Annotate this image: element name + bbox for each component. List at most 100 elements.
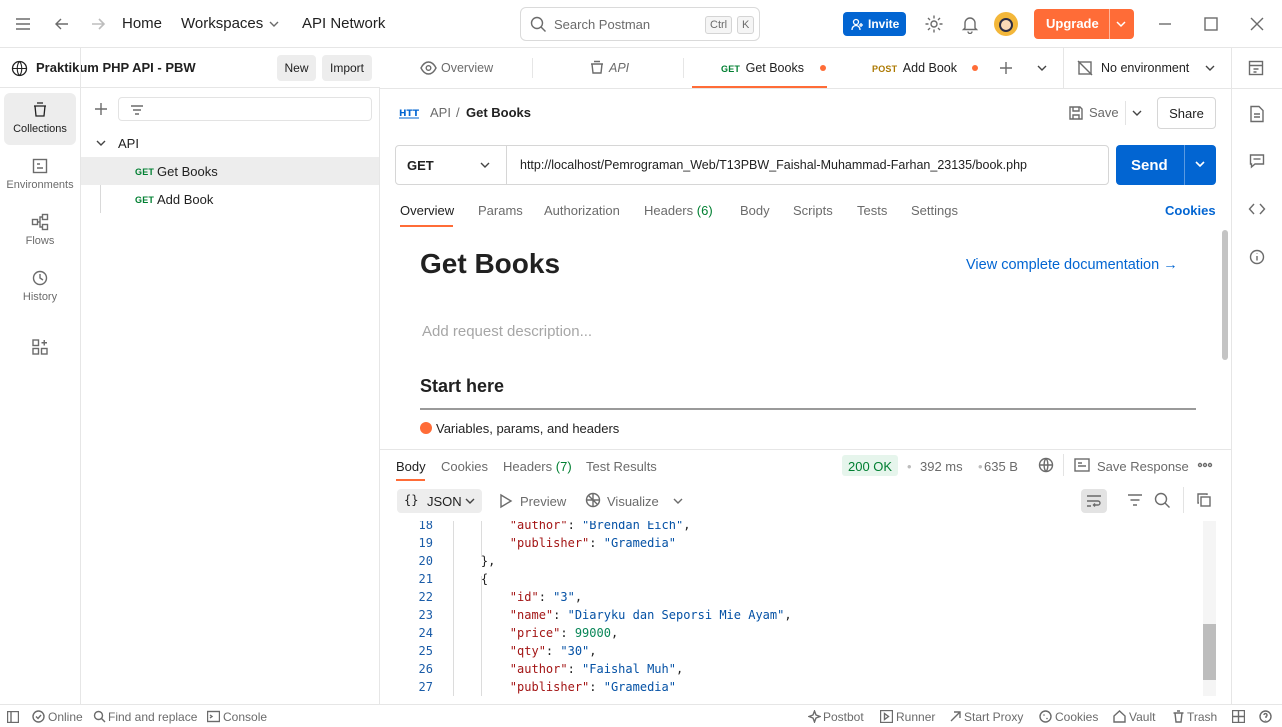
back-arrow-icon[interactable] bbox=[53, 15, 71, 33]
environment-selector[interactable]: No environment bbox=[1101, 61, 1189, 75]
new-button[interactable]: New bbox=[277, 55, 316, 81]
status-runner[interactable]: Runner bbox=[896, 710, 935, 724]
chevron-down-icon[interactable] bbox=[268, 19, 280, 29]
tab-overview[interactable]: Overview bbox=[420, 48, 493, 88]
comments-icon[interactable] bbox=[1249, 153, 1265, 169]
code-scrollbar[interactable] bbox=[1203, 521, 1216, 696]
chevron-down-icon[interactable] bbox=[1115, 19, 1127, 29]
url-input[interactable]: http://localhost/Pemrograman_Web/T13PBW_… bbox=[520, 158, 1027, 172]
response-tab-body[interactable]: Body bbox=[396, 459, 426, 474]
subtab-overview[interactable]: Overview bbox=[400, 203, 454, 218]
status-find-replace[interactable]: Find and replace bbox=[108, 710, 197, 724]
share-button[interactable]: Share bbox=[1157, 97, 1216, 129]
search-input[interactable]: Search Postman Ctrl K bbox=[520, 7, 760, 41]
menu-icon[interactable] bbox=[14, 16, 32, 32]
documentation-icon[interactable] bbox=[1249, 105, 1265, 123]
preview-button[interactable]: Preview bbox=[520, 494, 566, 509]
tab-add-book[interactable]: POST Add Book bbox=[852, 48, 978, 88]
scrollbar-thumb[interactable] bbox=[1203, 624, 1216, 680]
method-select[interactable]: GET bbox=[407, 158, 434, 173]
status-trash[interactable]: Trash bbox=[1187, 710, 1217, 724]
tree-folder-api[interactable]: API bbox=[81, 129, 379, 157]
view-documentation-link[interactable]: View complete documentation → bbox=[966, 257, 1178, 273]
sidebar-item-history[interactable]: History bbox=[4, 261, 76, 313]
status-start-proxy[interactable]: Start Proxy bbox=[964, 710, 1023, 724]
response-time[interactable]: 392 ms bbox=[920, 459, 963, 474]
sidebar-item-collections[interactable]: Collections bbox=[4, 93, 76, 145]
code-line: 19 "publisher": "Gramedia" bbox=[397, 536, 1202, 554]
sidebar-item-flows[interactable]: Flows bbox=[4, 205, 76, 257]
response-tab-test-results[interactable]: Test Results bbox=[586, 459, 657, 474]
wrap-lines-button[interactable] bbox=[1081, 489, 1107, 513]
copy-icon[interactable] bbox=[1196, 492, 1212, 508]
bell-icon[interactable] bbox=[960, 14, 980, 34]
avatar[interactable] bbox=[994, 12, 1018, 36]
tree-item-add-book[interactable]: GET Add Book bbox=[81, 185, 379, 213]
forward-arrow-icon[interactable] bbox=[89, 15, 107, 33]
visualize-button[interactable]: Visualize bbox=[607, 494, 659, 509]
new-tab-plus-icon[interactable] bbox=[998, 60, 1014, 76]
chevron-down-icon[interactable] bbox=[1204, 64, 1216, 74]
upgrade-button[interactable]: Upgrade bbox=[1034, 9, 1134, 39]
close-window-icon[interactable] bbox=[1249, 16, 1265, 32]
nav-workspaces[interactable]: Workspaces bbox=[181, 15, 263, 32]
sidebar-toggle-icon[interactable] bbox=[7, 711, 19, 723]
chevron-down-icon[interactable] bbox=[479, 161, 491, 171]
response-tab-cookies[interactable]: Cookies bbox=[441, 459, 488, 474]
help-icon[interactable] bbox=[1259, 710, 1272, 723]
chevron-down-icon[interactable] bbox=[672, 497, 684, 507]
description-placeholder[interactable]: Add request description... bbox=[422, 323, 592, 340]
search-icon[interactable] bbox=[1154, 492, 1171, 509]
chevron-down-icon[interactable] bbox=[95, 138, 107, 148]
status-console[interactable]: Console bbox=[223, 710, 267, 724]
cookies-link[interactable]: Cookies bbox=[1165, 203, 1216, 218]
sidebar-item-environments[interactable]: Environments bbox=[4, 149, 76, 201]
status-badge[interactable]: 200 OK bbox=[842, 455, 899, 476]
invite-button[interactable]: Invite bbox=[843, 12, 906, 36]
subtab-settings[interactable]: Settings bbox=[911, 203, 958, 218]
breadcrumb-parent[interactable]: API bbox=[430, 105, 451, 120]
chevron-down-icon[interactable] bbox=[1131, 109, 1143, 119]
status-cookies[interactable]: Cookies bbox=[1055, 710, 1098, 724]
scrollbar-thumb[interactable] bbox=[1222, 230, 1228, 360]
shortcut-ctrl: Ctrl bbox=[705, 16, 733, 34]
layout-grid-icon[interactable] bbox=[1232, 710, 1245, 723]
status-online[interactable]: Online bbox=[48, 710, 83, 724]
tab-get-books[interactable]: GET Get Books bbox=[692, 48, 827, 88]
send-button[interactable]: Send bbox=[1116, 145, 1216, 185]
code-snippet-icon[interactable] bbox=[1248, 201, 1266, 217]
filter-input[interactable] bbox=[118, 97, 372, 121]
filter-icon[interactable] bbox=[1127, 493, 1143, 507]
status-vault[interactable]: Vault bbox=[1129, 710, 1155, 724]
response-size[interactable]: 635 B bbox=[984, 459, 1018, 474]
more-options-icon[interactable] bbox=[1197, 459, 1213, 471]
tabs-overflow-chevron-icon[interactable] bbox=[1036, 64, 1048, 74]
tree-item-get-books[interactable]: GET Get Books bbox=[81, 157, 379, 185]
subtab-tests[interactable]: Tests bbox=[857, 203, 887, 218]
chevron-down-icon[interactable] bbox=[1194, 160, 1206, 170]
subtab-params[interactable]: Params bbox=[478, 203, 523, 218]
minimize-icon[interactable] bbox=[1157, 16, 1173, 32]
maximize-icon[interactable] bbox=[1203, 16, 1219, 32]
sidebar-item-add[interactable] bbox=[4, 328, 76, 364]
save-response-button[interactable]: Save Response bbox=[1097, 459, 1189, 474]
subtab-headers[interactable]: Headers (6) bbox=[644, 203, 713, 218]
status-postbot[interactable]: Postbot bbox=[823, 710, 864, 724]
save-button[interactable]: Save bbox=[1059, 97, 1149, 129]
nav-api-network[interactable]: API Network bbox=[302, 15, 385, 32]
response-body-code[interactable]: 18 "author": "Brendan Eich", 19 "publishe… bbox=[397, 521, 1202, 696]
response-tab-headers[interactable]: Headers (7) bbox=[503, 459, 572, 474]
checklist-item[interactable]: Variables, params, and headers bbox=[436, 421, 619, 436]
plus-icon[interactable] bbox=[93, 101, 109, 117]
import-button[interactable]: Import bbox=[322, 55, 372, 81]
nav-home[interactable]: Home bbox=[122, 15, 162, 32]
environment-quicklook-icon[interactable] bbox=[1248, 60, 1264, 76]
info-icon[interactable] bbox=[1249, 249, 1265, 265]
settings-gear-icon[interactable] bbox=[924, 14, 944, 34]
network-globe-icon[interactable] bbox=[1038, 457, 1054, 473]
format-select[interactable]: {} JSON bbox=[397, 489, 482, 513]
tab-api[interactable]: API bbox=[589, 48, 629, 88]
subtab-scripts[interactable]: Scripts bbox=[793, 203, 833, 218]
subtab-authorization[interactable]: Authorization bbox=[544, 203, 620, 218]
subtab-body[interactable]: Body bbox=[740, 203, 770, 218]
